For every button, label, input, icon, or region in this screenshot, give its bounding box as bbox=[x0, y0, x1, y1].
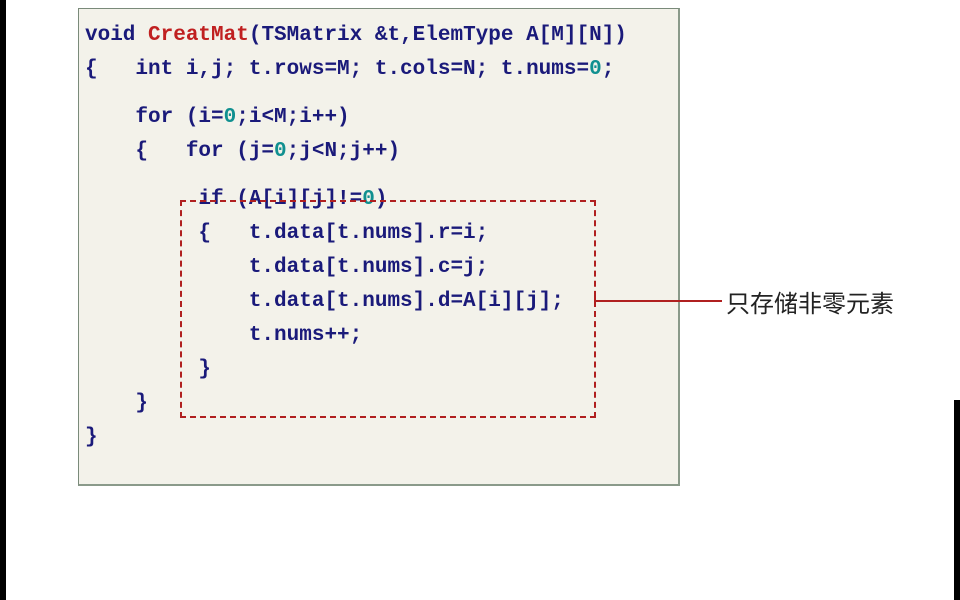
code-line-8: t.data[t.nums].d=A[i][j]; bbox=[85, 285, 668, 319]
code-line-12: } bbox=[85, 421, 668, 455]
code-panel: void CreatMat(TSMatrix &t,ElemType A[M][… bbox=[78, 8, 680, 486]
code-text: { t.data[t.nums].r=i; bbox=[85, 222, 488, 245]
callout-label: 只存储非零元素 bbox=[726, 284, 894, 319]
code-line-5: if (A[i][j]!=0) bbox=[85, 183, 668, 217]
right-black-border bbox=[954, 400, 960, 600]
code-text: void bbox=[85, 24, 148, 47]
code-line-1: void CreatMat(TSMatrix &t,ElemType A[M][… bbox=[85, 19, 668, 53]
function-name: CreatMat bbox=[148, 24, 249, 47]
code-line-7: t.data[t.nums].c=j; bbox=[85, 251, 668, 285]
code-line-4: { for (j=0;j<N;j++) bbox=[85, 135, 668, 169]
code-line-11: } bbox=[85, 387, 668, 421]
code-text: ;j<N;j++) bbox=[287, 140, 400, 163]
code-text: t.nums++; bbox=[85, 324, 362, 347]
code-line-2: { int i,j; t.rows=M; t.cols=N; t.nums=0; bbox=[85, 53, 668, 87]
code-text: t.data[t.nums].d=A[i][j]; bbox=[85, 290, 564, 313]
code-line-9: t.nums++; bbox=[85, 319, 668, 353]
callout-connector bbox=[596, 300, 722, 302]
code-text: if (A[i][j]!= bbox=[85, 188, 362, 211]
number-literal: 0 bbox=[224, 106, 237, 129]
code-line-3: for (i=0;i<M;i++) bbox=[85, 101, 668, 135]
code-text: } bbox=[85, 358, 211, 381]
code-text: t.data[t.nums].c=j; bbox=[85, 256, 488, 279]
code-text: { int i,j; t.rows=M; t.cols=N; t.nums= bbox=[85, 58, 589, 81]
code-text: ;i<M;i++) bbox=[236, 106, 349, 129]
code-text: } bbox=[85, 392, 148, 415]
code-text: } bbox=[85, 426, 98, 449]
code-line-6: { t.data[t.nums].r=i; bbox=[85, 217, 668, 251]
blank-line bbox=[85, 169, 668, 183]
number-literal: 0 bbox=[589, 58, 602, 81]
blank-line bbox=[85, 87, 668, 101]
code-text: (TSMatrix &t,ElemType A[M][N]) bbox=[249, 24, 627, 47]
code-text: ; bbox=[602, 58, 615, 81]
number-literal: 0 bbox=[362, 188, 375, 211]
slide-canvas: void CreatMat(TSMatrix &t,ElemType A[M][… bbox=[0, 0, 960, 600]
code-text: ) bbox=[375, 188, 388, 211]
code-line-10: } bbox=[85, 353, 668, 387]
number-literal: 0 bbox=[274, 140, 287, 163]
left-black-border bbox=[0, 0, 6, 600]
code-text: for (i= bbox=[85, 106, 224, 129]
code-text: { for (j= bbox=[85, 140, 274, 163]
